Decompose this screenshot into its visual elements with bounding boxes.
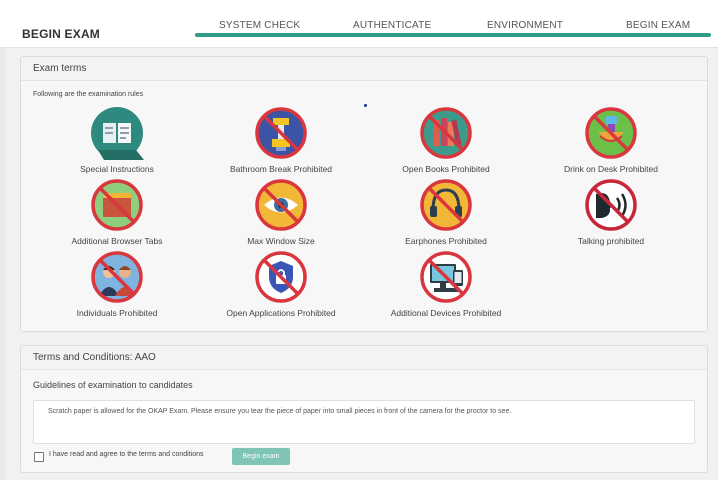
rule-label: Open Books Prohibited — [402, 164, 490, 174]
step-environment: ENVIRONMENT — [487, 20, 564, 31]
applications-prohibited-icon — [255, 251, 307, 303]
rule-label: Max Window Size — [247, 236, 315, 246]
header-bar: BEGIN EXAM SYSTEM CHECK AUTHENTICATE ENV… — [0, 0, 718, 48]
brand-title: BEGIN EXAM — [22, 27, 101, 41]
cursor-dot — [364, 104, 367, 107]
progress-bar — [195, 33, 711, 37]
individuals-prohibited-icon — [91, 251, 143, 303]
rule-label: Talking prohibited — [577, 236, 645, 246]
instructions-book-icon — [91, 107, 144, 160]
rule-label: Additional Devices Prohibited — [390, 308, 502, 318]
rule-label: Special Instructions — [80, 164, 154, 174]
exam-terms-header: Exam terms — [21, 57, 707, 81]
exam-terms-title: Exam terms — [33, 63, 87, 74]
rule-max-window-size: Max Window Size — [211, 178, 351, 246]
browser-tabs-prohibited-icon — [91, 179, 143, 231]
rule-drink-on-desk: Drink on Desk Prohibited — [541, 106, 681, 174]
eye-icon — [255, 179, 307, 231]
rule-label: Bathroom Break Prohibited — [229, 164, 333, 174]
exam-terms-panel: Exam terms Following are the examination… — [20, 56, 708, 332]
rule-additional-devices: Additional Devices Prohibited — [376, 250, 516, 318]
guidelines-text: Scratch paper is allowed for the OKAP Ex… — [48, 408, 512, 415]
guidelines-heading: Guidelines of examination to candidates — [33, 380, 193, 390]
rule-individuals: Individuals Prohibited — [47, 250, 187, 318]
bathroom-prohibited-icon — [255, 107, 307, 159]
rule-label: Earphones Prohibited — [405, 236, 487, 246]
agree-checkbox[interactable] — [34, 452, 44, 462]
drink-prohibited-icon — [585, 107, 637, 159]
agree-label[interactable]: I have read and agree to the terms and c… — [49, 451, 204, 458]
devices-prohibited-icon — [420, 251, 472, 303]
rule-open-applications: Open Applications Prohibited — [211, 250, 351, 318]
terms-conditions-header: Terms and Conditions: AAO — [21, 346, 707, 370]
rule-earphones: Earphones Prohibited — [376, 178, 516, 246]
step-authenticate: AUTHENTICATE — [353, 20, 432, 31]
talking-prohibited-icon — [585, 179, 637, 231]
step-system-check: SYSTEM CHECK — [219, 20, 301, 31]
rule-browser-tabs: Additional Browser Tabs — [47, 178, 187, 246]
rule-special-instructions: Special Instructions — [47, 106, 187, 174]
rule-label: Additional Browser Tabs — [71, 236, 163, 246]
side-rail — [0, 48, 6, 480]
books-prohibited-icon — [420, 107, 472, 159]
rule-bathroom-break: Bathroom Break Prohibited — [211, 106, 351, 174]
guidelines-box: Scratch paper is allowed for the OKAP Ex… — [33, 400, 695, 444]
rule-label: Drink on Desk Prohibited — [563, 164, 658, 174]
earphones-prohibited-icon — [420, 179, 472, 231]
rule-label: Open Applications Prohibited — [226, 308, 336, 318]
rule-talking: Talking prohibited — [541, 178, 681, 246]
terms-conditions-panel: Terms and Conditions: AAO Guidelines of … — [20, 345, 708, 473]
step-begin-exam: BEGIN EXAM — [626, 20, 691, 31]
begin-exam-button[interactable]: Begin exam — [232, 448, 290, 465]
terms-conditions-title: Terms and Conditions: AAO — [33, 352, 156, 363]
rule-label: Individuals Prohibited — [76, 308, 158, 318]
rules-intro: Following are the examination rules — [33, 91, 144, 98]
rule-open-books: Open Books Prohibited — [376, 106, 516, 174]
